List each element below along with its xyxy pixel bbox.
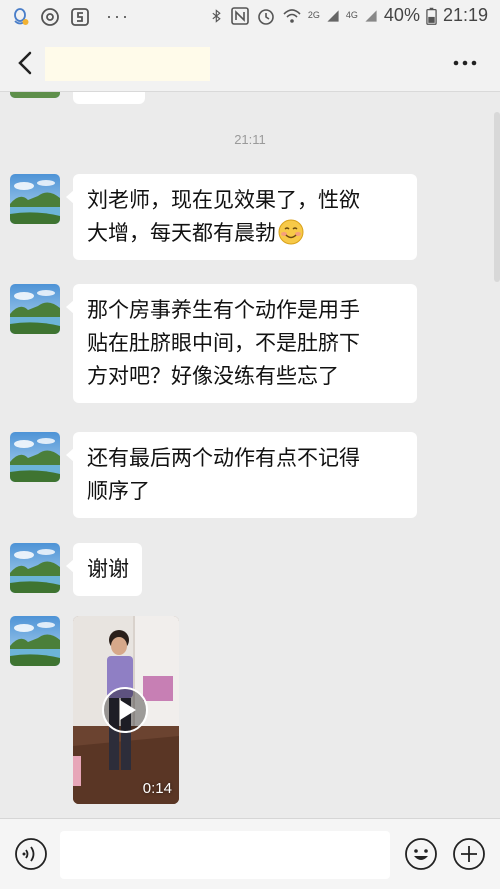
video-message[interactable]: 0:14 (73, 616, 179, 804)
video-duration: 0:14 (142, 780, 172, 797)
avatar[interactable] (10, 92, 60, 98)
message-line: 谢谢 (87, 557, 129, 581)
network-type-2: 4G (345, 10, 358, 20)
input-bar (0, 818, 500, 889)
message-bubble[interactable]: 那个房事养生有个动作是用手 贴在肚脐眼中间，不是肚脐下 方对吧？好像没练有些忘了 (66, 284, 417, 403)
message-line: 顺序了 (87, 479, 150, 503)
avatar[interactable] (10, 432, 60, 482)
more-icon[interactable] (450, 49, 480, 77)
avatar[interactable] (10, 284, 60, 334)
more-dots: ··· (106, 6, 130, 26)
previous-message-bubble[interactable] (73, 92, 145, 104)
message-line-with-emoji: 大增，每天都有晨勃 (87, 217, 404, 250)
emoji-icon[interactable] (404, 837, 438, 871)
avatar[interactable] (10, 174, 60, 224)
message-line: 那个房事养生有个动作是用手 (87, 298, 360, 322)
message-line: 方对吧？好像没练有些忘了 (87, 364, 339, 388)
battery-icon (426, 7, 437, 25)
plus-icon[interactable] (452, 837, 486, 871)
qq-icon (14, 7, 29, 25)
avatar[interactable] (10, 543, 60, 593)
chat-title-text (45, 47, 210, 81)
voice-icon[interactable] (14, 837, 48, 871)
avatar[interactable] (10, 616, 60, 666)
message-bubble[interactable]: 刘老师，现在见效果了，性欲 大增，每天都有晨勃 (66, 174, 417, 260)
s-icon (71, 7, 89, 26)
message-line: 刘老师，现在见效果了，性欲 (87, 188, 360, 212)
message-timestamp: 21:11 (234, 132, 266, 147)
nfc-icon (231, 6, 249, 25)
smiling-face-emoji-icon (278, 219, 304, 245)
message-input[interactable] (60, 831, 390, 879)
clock: 21:19 (442, 5, 488, 25)
chat-area[interactable]: 21:11 刘老师，现在见效果了，性欲 大增，每天都有晨勃 那个房事养生有个动作… (0, 92, 500, 818)
signal-icon-2 (365, 9, 377, 22)
message-bubble[interactable]: 还有最后两个动作有点不记得 顺序了 (66, 432, 417, 518)
wifi-icon (283, 8, 301, 23)
message-bubble[interactable]: 谢谢 (66, 543, 142, 596)
status-bar: ··· 2G 4G 40% 21:19 (0, 0, 500, 34)
at-icon (41, 7, 59, 26)
title-bar (0, 34, 500, 92)
bluetooth-icon (212, 8, 221, 23)
battery-percent: 40% (383, 5, 420, 25)
alarm-icon (258, 8, 274, 25)
message-line: 还有最后两个动作有点不记得 (87, 446, 360, 470)
message-line: 大增，每天都有晨勃 (87, 221, 276, 245)
message-line: 贴在肚脐眼中间，不是肚脐下 (87, 331, 360, 355)
signal-icon (327, 9, 339, 22)
chevron-left-icon[interactable] (12, 46, 42, 80)
network-type: 2G (307, 10, 320, 20)
chat-title (45, 47, 210, 81)
play-icon[interactable] (101, 686, 149, 734)
